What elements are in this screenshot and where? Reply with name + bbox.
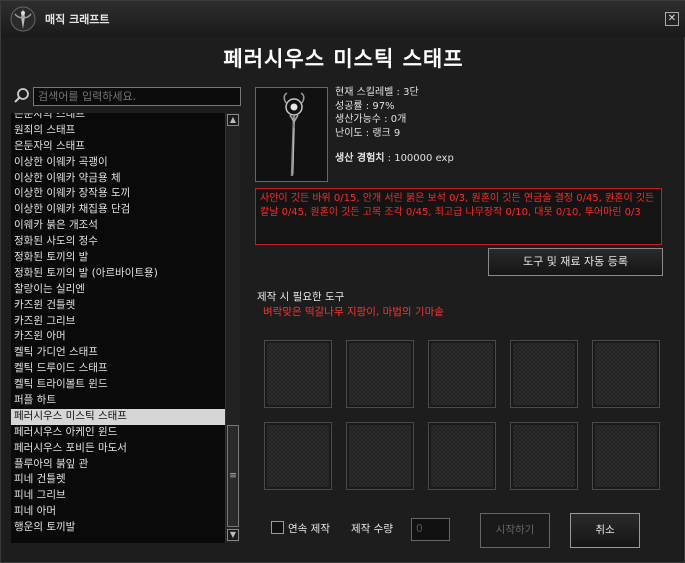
- material-slot[interactable]: [346, 340, 414, 408]
- list-item[interactable]: 카즈윈 아머: [11, 329, 225, 345]
- craftable-count: 생산가능수 : 0개: [335, 114, 407, 125]
- list-item[interactable]: 피네 아머: [11, 504, 225, 520]
- crafting-emblem-icon: [10, 6, 36, 32]
- list-item[interactable]: 정화된 토끼의 발: [11, 250, 225, 266]
- list-item[interactable]: 퍼플 하트: [11, 393, 225, 409]
- required-materials: 사안이 깃든 바위 0/15, 안개 서린 붉은 보석 0/3, 원혼이 깃든 …: [255, 188, 662, 245]
- list-item[interactable]: 이상한 이웨카 채집용 단검: [11, 202, 225, 218]
- difficulty: 난이도 : 랭크 9: [335, 127, 401, 139]
- search-icon: [14, 88, 29, 103]
- list-item[interactable]: 원죄의 스태프: [11, 123, 225, 139]
- material-slot[interactable]: [264, 422, 332, 490]
- skill-level: 현재 스킬레벨 : 3단: [335, 87, 419, 98]
- material-slot[interactable]: [428, 422, 496, 490]
- material-slot[interactable]: [264, 340, 332, 408]
- list-item[interactable]: 켈틱 가디언 스태프: [11, 345, 225, 361]
- recipe-heading: 페러시우스 미스틱 스태프: [223, 47, 464, 71]
- scroll-up-button[interactable]: ▲: [227, 114, 239, 126]
- quantity-label: 제작 수량: [351, 523, 393, 535]
- continuous-craft-label: 연속 제작: [288, 523, 330, 535]
- quantity-input[interactable]: 0: [411, 518, 450, 541]
- required-tools-list: 벼락맞은 떡갈나무 지팡이, 마법의 기마솥: [263, 306, 444, 318]
- cancel-button[interactable]: 취소: [570, 513, 640, 548]
- scroll-thumb[interactable]: ≡: [227, 425, 239, 527]
- material-slot[interactable]: [592, 340, 660, 408]
- list-item[interactable]: 페러시우스 아케인 윈드: [11, 425, 225, 441]
- list-item[interactable]: 찰랑이는 실리엔: [11, 282, 225, 298]
- success-rate: 성공률 : 97%: [335, 100, 395, 112]
- list-item[interactable]: 켈틱 드루이드 스태프: [11, 361, 225, 377]
- list-item[interactable]: 피네 건틀렛: [11, 472, 225, 488]
- item-preview: [255, 87, 328, 182]
- magic-craft-window: 매직 크래프트 ✕ 페러시우스 미스틱 스태프 은둔자의 스태프원죄의 스태프은…: [0, 0, 685, 563]
- title-bar[interactable]: 매직 크래프트 ✕: [1, 1, 685, 37]
- auto-register-button[interactable]: 도구 및 재료 자동 등록: [488, 248, 663, 276]
- material-slot[interactable]: [510, 340, 578, 408]
- list-item[interactable]: 페러시우스 포비든 마도서: [11, 441, 225, 457]
- start-button[interactable]: 시작하기: [480, 513, 550, 548]
- required-tools-label: 제작 시 필요한 도구: [257, 291, 345, 303]
- list-item[interactable]: 켈틱 트라이볼트 윈드: [11, 377, 225, 393]
- material-slot[interactable]: [428, 340, 496, 408]
- close-button[interactable]: ✕: [665, 12, 679, 26]
- list-item[interactable]: 이웨카 붉은 개조석: [11, 218, 225, 234]
- list-item[interactable]: 피네 그리브: [11, 488, 225, 504]
- list-item[interactable]: 정화된 사도의 정수: [11, 234, 225, 250]
- list-item[interactable]: 카즈윈 그리브: [11, 314, 225, 330]
- list-item[interactable]: 카즈윈 건틀렛: [11, 298, 225, 314]
- list-item[interactable]: 이상한 이웨카 곡괭이: [11, 155, 225, 171]
- window-title: 매직 크래프트: [45, 13, 110, 26]
- item-info: 현재 스킬레벨 : 3단 성공률 : 97% 생산가능수 : 0개 난이도 : …: [335, 86, 454, 166]
- search-input[interactable]: [33, 87, 241, 106]
- list-item[interactable]: 행운의 토끼발: [11, 520, 225, 536]
- staff-icon: [283, 92, 305, 177]
- list-item[interactable]: 은둔자의 스태프: [11, 113, 225, 123]
- list-item[interactable]: 이상한 이웨카 약금용 체: [11, 171, 225, 187]
- material-slot[interactable]: [346, 422, 414, 490]
- recipe-list-items: 은둔자의 스태프 원죄의 스태프 은둔자의 스태프 이상한 이웨카 곡괭이 이상한 이웨…: [11, 113, 225, 536]
- scroll-down-button[interactable]: ▼: [227, 529, 239, 541]
- list-item[interactable]: 정화된 토끼의 발 (아르바이트용): [11, 266, 225, 282]
- continuous-craft-checkbox[interactable]: [271, 521, 284, 534]
- list-item[interactable]: 이상한 이웨카 장작용 도끼: [11, 186, 225, 202]
- recipe-list-scrollbar[interactable]: ▲ ≡ ▼: [225, 113, 240, 543]
- list-item[interactable]: 페러시우스 미스틱 스태프: [11, 408, 225, 425]
- list-item[interactable]: 은둔자의 스태프: [11, 139, 225, 155]
- production-exp: 생산 경험치 : 100000 exp: [335, 152, 454, 166]
- exp-value: : 100000 exp: [384, 153, 454, 164]
- list-item[interactable]: 플루아의 붉잎 관: [11, 457, 225, 473]
- material-slot[interactable]: [592, 422, 660, 490]
- exp-label: 생산 경험치: [335, 153, 385, 164]
- recipe-list: 은둔자의 스태프 원죄의 스태프 은둔자의 스태프 이상한 이웨카 곡괭이 이상한 이웨…: [11, 113, 225, 543]
- material-slot[interactable]: [510, 422, 578, 490]
